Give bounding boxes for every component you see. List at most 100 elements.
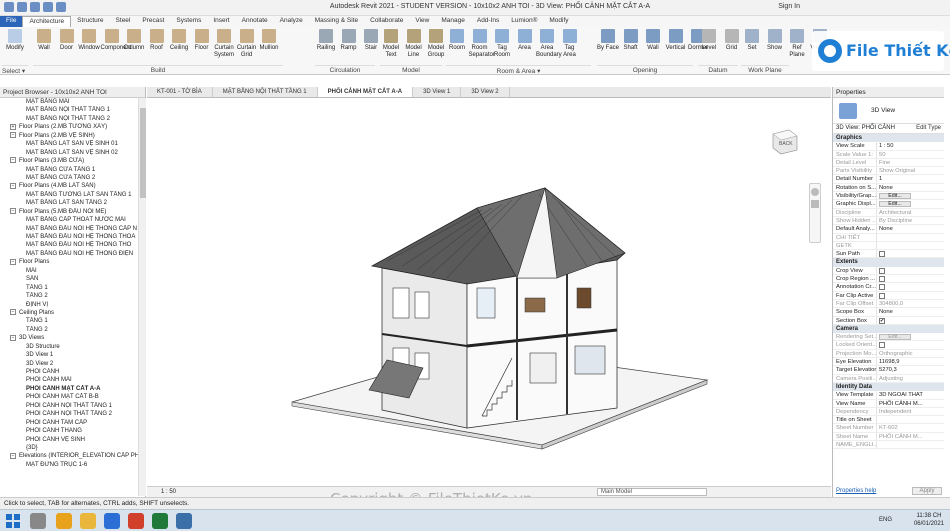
property-value[interactable] [877,250,944,258]
area-boundary-button[interactable]: Area Boundary [536,28,562,64]
property-value[interactable] [877,416,944,423]
type-selector[interactable]: 3D View [833,98,944,124]
property-value[interactable]: Edit... [877,200,944,208]
sign-in-link[interactable]: Sign In [778,3,800,10]
ribbon-tab-manage[interactable]: Manage [435,16,471,27]
checkbox[interactable] [879,276,885,283]
property-value[interactable]: Edit... [877,333,944,341]
vertical-button[interactable]: Vertical [665,28,687,64]
browser-item[interactable]: MẶT BẰNG NỘI THẤT TẦNG 2 [0,115,145,123]
property-value[interactable] [877,275,944,283]
browser-item[interactable]: PHỐI CẢNH NỘI THẤT TẦNG 1 [0,402,145,410]
property-value[interactable] [877,441,944,448]
expand-toggle-icon[interactable]: − [10,157,16,164]
open-icon[interactable] [17,2,27,12]
view-scale[interactable]: 1 : 50 [161,489,176,495]
chrome-icon[interactable] [56,513,72,529]
browser-item[interactable]: MẶT BẰNG ĐẤU NỐI HỆ THỐNG ĐIỆN [0,250,145,258]
redo-icon[interactable] [56,2,66,12]
ribbon-tab-analyze[interactable]: Analyze [274,16,309,27]
browser-item[interactable]: PHỐI CẢNH VỆ SINH [0,436,145,444]
checkbox[interactable] [879,342,885,349]
property-value[interactable]: 304800,0 [877,300,944,307]
set-button[interactable]: Set [741,28,763,64]
tag-room-button[interactable]: Tag Room [491,28,513,64]
curtain-grid-button[interactable]: Curtain Grid [236,28,258,64]
ramp-button[interactable]: Ramp [338,28,360,64]
property-row[interactable]: Graphic Displ... Edit... [833,200,944,209]
property-row[interactable]: Scale Value 1: 50 [833,150,944,159]
browser-item[interactable]: − Elevations (INTERIOR_ELEVATION CẤP PHÉP [0,452,145,460]
language-indicator[interactable]: ENG [879,517,892,523]
property-value[interactable]: 11698,9 [877,358,944,365]
zoom-icon[interactable] [811,200,819,208]
active-model-select[interactable]: Main Model [597,488,707,496]
browser-item[interactable]: TẦNG 1 [0,317,145,325]
ribbon-tab-structure[interactable]: Structure [71,16,109,27]
revit-logo-icon[interactable] [4,2,14,12]
ribbon-tab-lumion[interactable]: Lumion® [505,16,543,27]
viewcube[interactable]: BACK [767,128,799,156]
browser-item[interactable]: MẶT BẰNG NỘI THẤT TẦNG 1 [0,106,145,114]
expand-toggle-icon[interactable]: − [10,132,16,139]
browser-item[interactable]: MẶT BẰNG ĐẤU NỐI HỆ THỐNG THO [0,241,145,249]
property-row[interactable]: Sun Path [833,250,944,259]
browser-item[interactable]: − Floor Plans [0,258,145,266]
ribbon-tab-systems[interactable]: Systems [170,16,207,27]
property-value[interactable]: PHỐI CẢNH M... [877,400,944,407]
property-value[interactable]: None [877,225,944,232]
browser-item[interactable]: MẶT BẰNG ĐẤU NỐI HỆ THỐNG THOÁ [0,233,145,241]
revit-taskbar-icon[interactable] [176,513,192,529]
browser-item[interactable]: MẶT BẰNG CỬA TẦNG 1 [0,166,145,174]
browser-scrollbar[interactable] [138,98,146,496]
undo-icon[interactable] [43,2,53,12]
shaft-button[interactable]: Shaft [620,28,642,64]
ribbon-tab-collaborate[interactable]: Collaborate [364,16,409,27]
expand-toggle-icon[interactable]: − [10,182,16,189]
select-dropdown[interactable]: Select ▾ [2,65,28,75]
browser-item[interactable]: MẶT BẰNG CỬA TẦNG 2 [0,174,145,182]
property-row[interactable]: Detail Level Fine [833,158,944,168]
ribbon-tab-steel[interactable]: Steel [110,16,137,27]
area-button[interactable]: Area [514,28,536,64]
curtain-system-button[interactable]: Curtain System [213,28,235,64]
expand-toggle-icon[interactable]: − [10,309,16,316]
browser-item[interactable]: MẶT BẰNG TƯỜNG LÁT SÀN TẦNG 1 [0,191,145,199]
browser-item[interactable]: TẦNG 1 [0,284,145,292]
wall-button[interactable]: Wall [33,28,55,64]
properties-help-link[interactable]: Properties help [836,488,876,494]
powerpoint-icon[interactable] [128,513,144,529]
property-row[interactable]: Projection Mo... Orthographic [833,349,944,359]
view-tab[interactable]: PHỐI CẢNH MẶT CẮT A-A [317,87,414,97]
property-row[interactable]: Section Box ✔ [833,316,944,325]
property-value[interactable] [877,267,944,274]
navigation-bar[interactable] [809,183,821,243]
wall-button[interactable]: Wall [642,28,664,64]
by-face-button[interactable]: By Face [597,28,619,64]
quick-access-toolbar[interactable] [4,2,66,12]
expand-toggle-icon[interactable]: − [10,258,16,265]
browser-item[interactable]: TẦNG 2 [0,326,145,334]
ceiling-button[interactable]: Ceiling [168,28,190,64]
ref-plane-button[interactable]: Ref Plane [786,28,808,64]
steering-wheel-icon[interactable] [811,188,819,196]
view-tab[interactable]: KT-001 - TỜ BÌA [147,87,213,97]
floor-button[interactable]: Floor [191,28,213,64]
property-value[interactable]: By Discipline [877,217,944,224]
browser-item[interactable]: −3D Views [0,334,145,342]
property-value[interactable]: None [877,184,944,191]
file-explorer-icon[interactable] [80,513,96,529]
property-row[interactable]: Rendering Set... Edit... [833,333,944,342]
property-value[interactable]: ✔ [877,317,944,324]
property-row[interactable]: View Template 3D NGOAI THAT [833,391,944,400]
checkbox[interactable] [879,267,885,274]
model-group-button[interactable]: Model Group [425,28,447,64]
word-icon[interactable] [104,513,120,529]
model-text-button[interactable]: Model Text [380,28,402,64]
property-value[interactable]: Orthographic [877,350,944,357]
browser-item[interactable]: − Floor Plans (3.MB CỬA) [0,157,145,165]
edit-button[interactable]: Edit... [879,193,911,200]
modify-button[interactable]: Modify [3,28,27,64]
property-row[interactable]: Locked Orient... [833,341,944,350]
property-value[interactable] [877,242,944,249]
